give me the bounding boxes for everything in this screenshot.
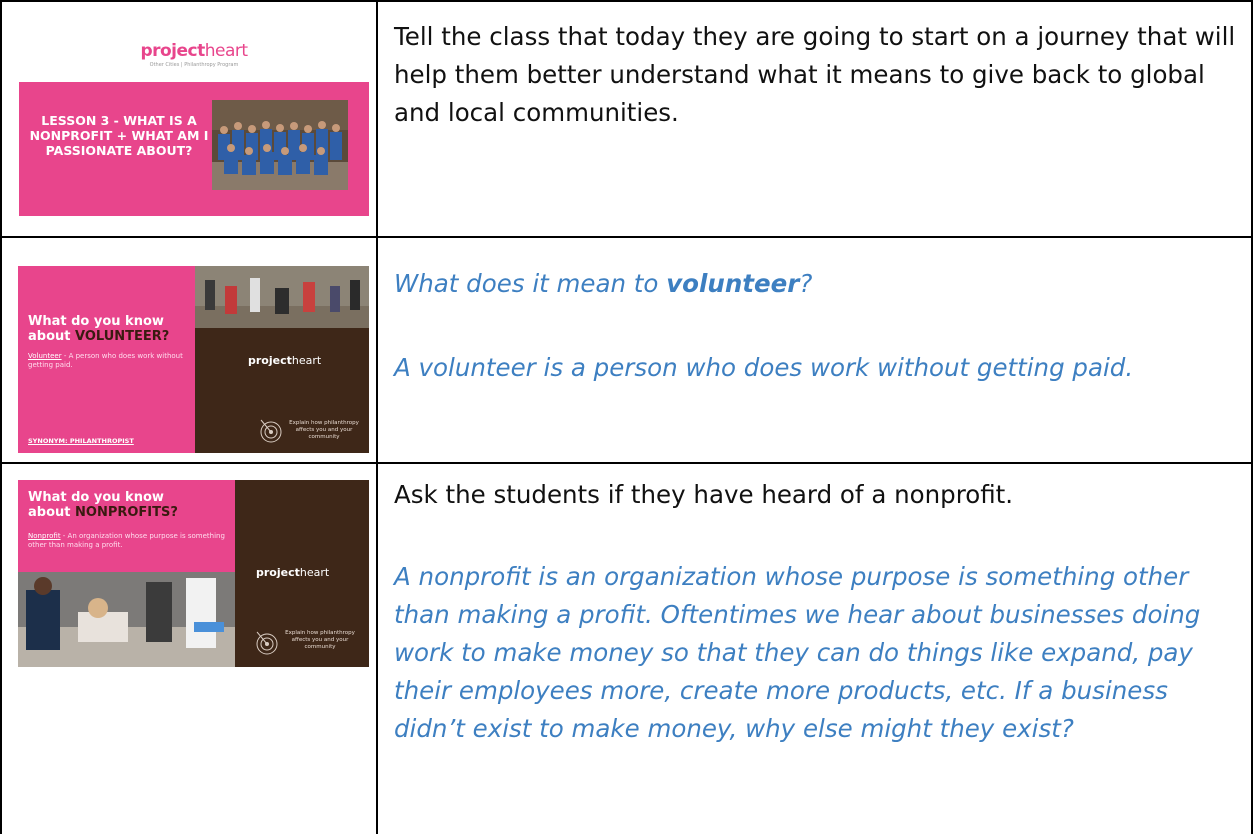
nonprofit-photo-image: [18, 572, 235, 667]
projectheart-logo: projectheart: [256, 566, 330, 579]
row-divider-2: [0, 462, 1253, 464]
slide-footer-text: Explain how philanthropy affects you and…: [289, 420, 359, 440]
group-photo-image: [212, 100, 348, 190]
row3-answer: A nonprofit is an organization whose pur…: [394, 562, 1201, 743]
row2-answer: A volunteer is a person who does work wi…: [394, 353, 1134, 382]
column-divider: [376, 0, 378, 834]
projectheart-logo: projectheart: [140, 41, 248, 61]
slide-thumbnail-nonprofits: What do you know about NONPROFITS? Nonpr…: [18, 480, 369, 667]
slide-footer-text: Explain how philanthropy affects you and…: [285, 630, 355, 650]
table-border-top: [0, 0, 1253, 2]
row3-prompt: Ask the students if they have heard of a…: [394, 480, 1014, 509]
lesson-table: projectheart Other Cities | Philanthropy…: [0, 0, 1253, 834]
slide-definition: Nonprofit - An organization whose purpos…: [28, 532, 225, 549]
slide-thumbnail-lesson-title: projectheart Other Cities | Philanthropy…: [19, 35, 369, 216]
slide-heading: What do you know about VOLUNTEER?: [28, 314, 170, 344]
slide-synonym: SYNONYM: PHILANTHROPIST: [28, 437, 134, 445]
slide-thumbnail-volunteer: What do you know about VOLUNTEER? Volunt…: [18, 266, 369, 453]
target-icon: [260, 419, 282, 443]
projectheart-logo: projectheart: [248, 354, 322, 367]
slide-heading: What do you know about NONPROFITS?: [28, 490, 178, 520]
volunteer-photo-image: [195, 266, 369, 328]
target-icon: [256, 631, 278, 655]
slide-definition: Volunteer - A person who does work witho…: [28, 352, 183, 369]
row-divider-1: [0, 236, 1253, 238]
row2-question: What does it mean to volunteer?: [394, 269, 813, 298]
logo-tagline: Other Cities | Philanthropy Program: [149, 62, 239, 68]
row1-instruction-text: Tell the class that today they are going…: [394, 22, 1236, 127]
lesson-title: LESSON 3 - WHAT IS A NONPROFIT + WHAT AM…: [29, 113, 209, 158]
table-border-left: [0, 0, 2, 834]
